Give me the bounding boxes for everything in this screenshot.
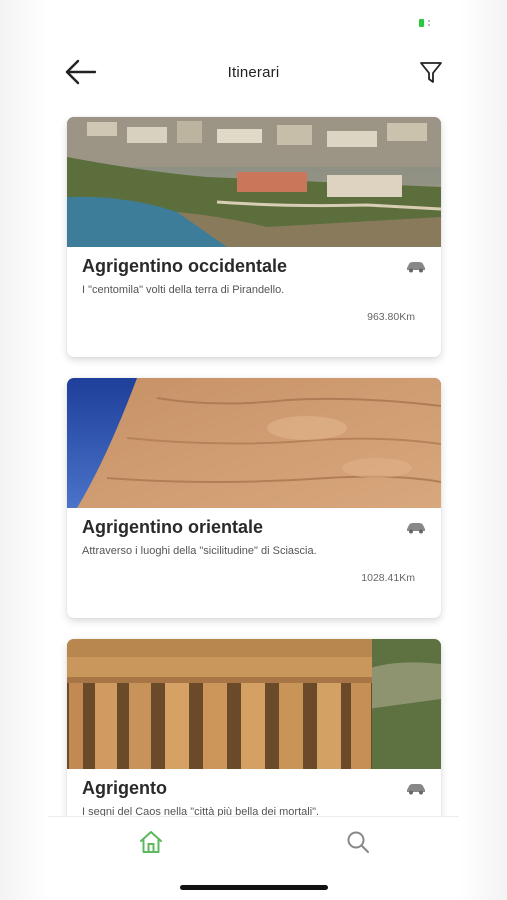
back-button[interactable] xyxy=(64,56,98,88)
itinerary-distance: 1028.41Km xyxy=(361,572,415,584)
itinerary-card[interactable]: Agrigentino orientale Attraverso i luogh… xyxy=(67,378,441,618)
page-title: Itinerari xyxy=(227,63,280,81)
nav-search-button[interactable] xyxy=(345,829,371,855)
car-icon xyxy=(407,523,425,534)
itinerary-name: Agrigento xyxy=(82,778,167,798)
filter-button[interactable] xyxy=(415,56,447,88)
itinerary-photo xyxy=(67,117,441,247)
app-screen: Itinerari Agrigentino occidentale I "cen… xyxy=(0,0,507,900)
itinerary-name: Agrigentino orientale xyxy=(82,517,264,537)
itinerary-photo xyxy=(67,639,441,769)
status-bar xyxy=(0,0,507,44)
itinerary-distance: 963.80Km xyxy=(367,311,415,323)
battery-icon xyxy=(419,19,433,27)
car-icon xyxy=(407,262,425,273)
search-icon xyxy=(347,831,369,853)
home-icon xyxy=(140,831,162,853)
itinerary-name: Agrigentino occidentale xyxy=(82,256,288,276)
itinerary-description: I "centomila" volti della terra di Piran… xyxy=(82,284,285,296)
itinerary-card[interactable]: Agrigentino occidentale I "centomila" vo… xyxy=(67,117,441,357)
home-indicator[interactable] xyxy=(180,885,328,890)
itinerary-description: Attraverso i luoghi della "sicilitudine"… xyxy=(82,545,317,557)
filter-icon xyxy=(420,62,442,83)
car-icon xyxy=(407,784,425,795)
itinerary-photo xyxy=(67,378,441,508)
arrow-left-icon xyxy=(65,59,97,85)
header: Itinerari xyxy=(48,50,459,94)
nav-home-button[interactable] xyxy=(138,829,164,855)
